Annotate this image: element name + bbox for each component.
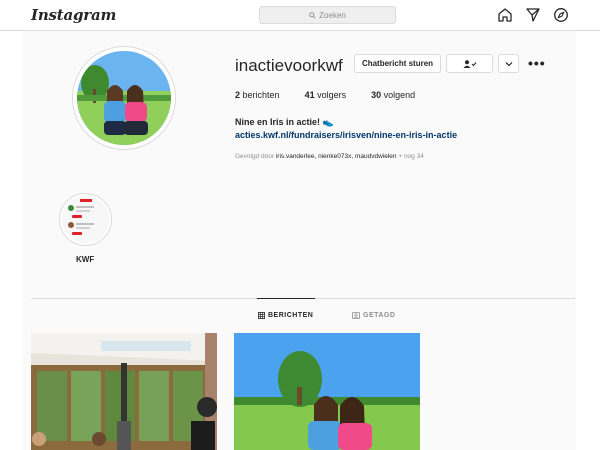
sneaker-emoji: 👟 bbox=[322, 117, 334, 127]
top-nav-bar: Instagram Zoeken bbox=[0, 0, 600, 31]
page-margin-right bbox=[576, 31, 600, 450]
followers-stat[interactable]: 41 volgers bbox=[305, 90, 347, 100]
grid-icon bbox=[258, 312, 265, 319]
posts-label: berichten bbox=[242, 90, 280, 100]
tab-posts[interactable]: BERICHTEN bbox=[258, 312, 313, 319]
highlight-thumbnail bbox=[62, 196, 109, 243]
profile-full-name: Nine en Iris in actie! 👟 bbox=[235, 117, 334, 128]
profile-username: inactievoorkwf bbox=[235, 56, 343, 75]
page-margin-left bbox=[0, 31, 23, 450]
person-check-icon bbox=[463, 59, 476, 68]
explore-compass-icon[interactable] bbox=[553, 7, 569, 23]
post-thumbnail-2[interactable] bbox=[234, 333, 420, 450]
followed-suffix: + nog 34 bbox=[398, 153, 424, 160]
message-button[interactable]: Chatbericht sturen bbox=[354, 54, 441, 73]
following-label: volgend bbox=[383, 90, 416, 100]
tagged-person-icon bbox=[352, 312, 360, 319]
following-button[interactable] bbox=[446, 54, 493, 73]
direct-message-icon[interactable] bbox=[525, 7, 541, 23]
post-image-field bbox=[234, 333, 420, 450]
profile-bio-link[interactable]: acties.kwf.nl/fundraisers/irisven/nine-e… bbox=[235, 130, 457, 140]
tab-tagged-label: GETAGD bbox=[363, 312, 396, 319]
profile-photo bbox=[77, 51, 171, 145]
followed-names: iris.vanderlee, nienke073x, maudvdwielen bbox=[275, 153, 397, 160]
suggestions-dropdown-button[interactable] bbox=[498, 54, 519, 73]
more-options-icon[interactable]: ••• bbox=[528, 56, 546, 70]
posts-stat: 2 berichten bbox=[235, 90, 280, 100]
search-icon bbox=[309, 11, 316, 19]
full-name-text: Nine en Iris in actie! bbox=[235, 117, 321, 127]
chevron-down-icon bbox=[505, 61, 512, 66]
following-count: 30 bbox=[371, 90, 382, 100]
highlight-cover bbox=[62, 196, 109, 243]
search-input[interactable]: Zoeken bbox=[259, 6, 396, 24]
profile-avatar[interactable] bbox=[77, 51, 171, 145]
followed-prefix: Gevolgd door bbox=[235, 153, 275, 160]
tab-tagged[interactable]: GETAGD bbox=[352, 312, 395, 319]
active-tab-indicator bbox=[257, 298, 315, 299]
post-thumbnail-1[interactable] bbox=[31, 333, 217, 450]
posts-count: 2 bbox=[235, 90, 241, 100]
highlight-label: KWF bbox=[76, 255, 95, 264]
followed-by-text[interactable]: Gevolgd door iris.vanderlee, nienke073x,… bbox=[235, 153, 424, 160]
followers-label: volgers bbox=[317, 90, 347, 100]
following-stat[interactable]: 30 volgend bbox=[371, 90, 415, 100]
profile-stats: 2 berichten 41 volgers 30 volgend bbox=[235, 90, 415, 100]
post-image-veranda bbox=[31, 333, 217, 450]
instagram-logo[interactable]: Instagram bbox=[31, 6, 116, 24]
home-icon[interactable] bbox=[497, 7, 513, 23]
tab-posts-label: BERICHTEN bbox=[268, 312, 314, 319]
search-placeholder: Zoeken bbox=[319, 10, 346, 20]
followers-count: 41 bbox=[304, 90, 315, 100]
